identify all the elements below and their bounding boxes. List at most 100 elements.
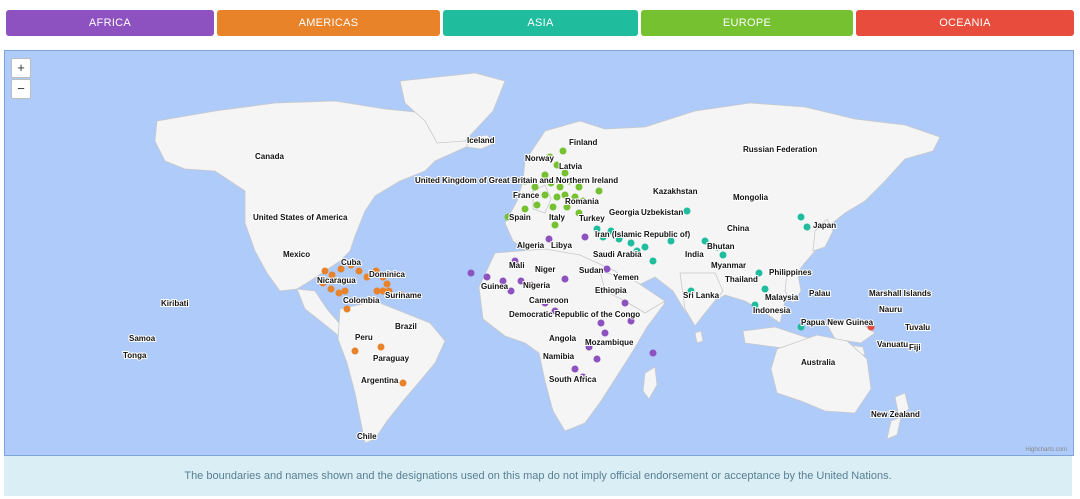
marker-paraguay[interactable]	[377, 343, 385, 351]
label-malaysia: Malaysia	[765, 293, 799, 302]
label-south-africa: South Africa	[549, 375, 597, 384]
marker[interactable]	[335, 289, 343, 297]
zoom-in-button[interactable]: +	[11, 58, 31, 78]
label-angola: Angola	[549, 334, 577, 343]
marker[interactable]	[355, 267, 363, 275]
marker-mexico[interactable]	[321, 267, 329, 275]
marker[interactable]	[533, 201, 541, 209]
label-tonga: Tonga	[123, 351, 147, 360]
label-fiji: Fiji	[909, 343, 921, 352]
madagascar	[642, 366, 658, 400]
label-uzbekistan: Uzbekistan	[641, 208, 683, 217]
label-suriname: Suriname	[385, 291, 422, 300]
marker[interactable]	[561, 275, 569, 283]
marker-namibia[interactable]	[571, 365, 579, 373]
label-indonesia: Indonesia	[753, 306, 791, 315]
label-niger: Niger	[535, 265, 555, 274]
marker[interactable]	[601, 329, 609, 337]
marker[interactable]	[683, 207, 691, 215]
marker[interactable]	[627, 239, 635, 247]
label-nicaragua: Nicaragua	[317, 276, 356, 285]
tab-americas[interactable]: AMERICAS	[217, 10, 440, 36]
marker-myanmar[interactable]	[719, 251, 727, 259]
marker[interactable]	[595, 187, 603, 195]
label-ethiopia: Ethiopia	[595, 286, 627, 295]
marker-peru[interactable]	[351, 347, 359, 355]
label-philippines: Philippines	[769, 268, 812, 277]
marker[interactable]	[507, 287, 515, 295]
label-sri-lanka: Sri Lanka	[683, 291, 720, 300]
label-thailand: Thailand	[725, 275, 758, 284]
label-cameroon: Cameroon	[529, 296, 569, 305]
marker-malaysia[interactable]	[761, 285, 769, 293]
label-samoa: Samoa	[129, 334, 156, 343]
marker[interactable]	[383, 280, 391, 288]
label-marshall-islands: Marshall Islands	[869, 289, 932, 298]
marker[interactable]	[327, 285, 335, 293]
label-dominica: Dominica	[369, 270, 406, 279]
marker-ethiopia[interactable]	[621, 299, 629, 307]
marker-spain[interactable]	[521, 205, 529, 213]
label-nigeria: Nigeria	[523, 281, 551, 290]
tab-oceania[interactable]: OCEANIA	[856, 10, 1074, 36]
label-norway: Norway	[525, 154, 554, 163]
sri-lanka	[694, 330, 704, 344]
marker[interactable]	[467, 269, 475, 277]
label-bhutan: Bhutan	[707, 242, 735, 251]
label-latvia: Latvia	[559, 162, 583, 171]
label-png: Papua New Guinea	[801, 318, 874, 327]
marker[interactable]	[641, 243, 649, 251]
credits-link[interactable]: Highcharts.com	[1025, 447, 1067, 453]
marker[interactable]	[483, 273, 491, 281]
marker[interactable]	[553, 193, 561, 201]
marker[interactable]	[803, 223, 811, 231]
label-yemen: Yemen	[613, 273, 639, 282]
label-cuba: Cuba	[341, 258, 362, 267]
label-colombia: Colombia	[343, 296, 380, 305]
label-japan: Japan	[813, 221, 836, 230]
label-algeria: Algeria	[517, 241, 545, 250]
marker[interactable]	[551, 221, 559, 229]
marker-japan[interactable]	[797, 213, 805, 221]
label-france: France	[513, 191, 540, 200]
label-kiribati: Kiribati	[161, 299, 189, 308]
label-iceland: Iceland	[467, 136, 495, 145]
label-russia: Russian Federation	[743, 145, 817, 154]
marker-france[interactable]	[541, 191, 549, 199]
marker-yemen[interactable]	[649, 257, 657, 265]
label-tuvalu: Tuvalu	[905, 323, 930, 332]
zoom-out-button[interactable]: −	[11, 79, 31, 99]
label-vanuatu: Vanuatu	[877, 340, 908, 349]
tab-asia[interactable]: ASIA	[443, 10, 638, 36]
marker[interactable]	[373, 287, 381, 295]
label-mali: Mali	[509, 261, 525, 270]
label-australia: Australia	[801, 358, 836, 367]
label-italy: Italy	[549, 213, 566, 222]
label-uk: United Kingdom of Great Britain and Nort…	[415, 176, 618, 185]
label-nauru: Nauru	[879, 305, 902, 314]
label-argentina: Argentina	[361, 376, 399, 385]
marker-libya[interactable]	[581, 233, 589, 241]
marker-mozambique[interactable]	[593, 355, 601, 363]
label-finland: Finland	[569, 138, 598, 147]
label-drc: Democratic Republic of the Congo	[509, 310, 640, 319]
north-america	[154, 100, 476, 292]
marker-congo[interactable]	[597, 319, 605, 327]
marker[interactable]	[343, 305, 351, 313]
marker-colombia[interactable]	[341, 287, 349, 295]
marker-argentina[interactable]	[399, 379, 407, 387]
marker-sudan[interactable]	[603, 265, 611, 273]
marker-italy[interactable]	[549, 203, 557, 211]
marker-finland[interactable]	[559, 147, 567, 155]
tab-africa[interactable]: AFRICA	[6, 10, 214, 36]
label-saudi-arabia: Saudi Arabia	[593, 250, 642, 259]
label-canada: Canada	[255, 152, 284, 161]
map-canvas: Canada United States of America Mexico C…	[122, 72, 941, 444]
world-map[interactable]: Canada United States of America Mexico C…	[4, 50, 1074, 456]
label-georgia: Georgia	[609, 208, 640, 217]
marker[interactable]	[649, 349, 657, 357]
label-guinea: Guinea	[481, 282, 509, 291]
label-india: India	[685, 250, 704, 259]
label-kazakhstan: Kazakhstan	[653, 187, 698, 196]
tab-europe[interactable]: EUROPE	[641, 10, 853, 36]
